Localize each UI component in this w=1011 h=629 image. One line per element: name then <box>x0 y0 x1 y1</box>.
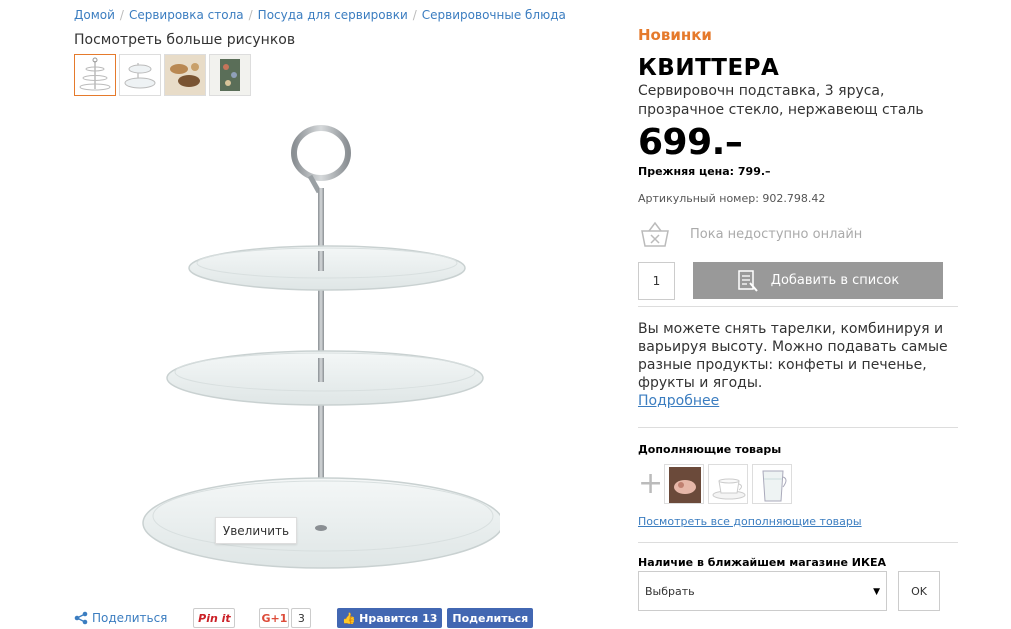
zoom-button[interactable]: Увеличить <box>215 517 297 544</box>
complementary-item-book[interactable] <box>664 464 704 504</box>
complementary-item-cup[interactable] <box>708 464 748 504</box>
facebook-like-label: Нравится 13 <box>359 611 438 625</box>
new-badge: Новинки <box>638 26 712 44</box>
share-bar: Поделиться Pin it G+1 3 👍 Нравится 13 По… <box>74 608 534 628</box>
divider <box>638 306 958 307</box>
article-number: Артикульный номер: 902.798.42 <box>638 192 826 205</box>
facebook-share-button[interactable]: Поделиться <box>447 608 534 628</box>
plus-icon: + <box>638 466 664 501</box>
view-all-complementary-link[interactable]: Посмотреть все дополняющие товары <box>638 515 862 528</box>
complementary-title: Дополняющие товары <box>638 443 782 456</box>
share-icon <box>74 611 88 625</box>
product-name: КВИТТЕРА <box>638 55 780 81</box>
pinterest-button[interactable]: Pin it <box>193 608 236 628</box>
store-availability-title: Наличие в ближайшем магазине ИКЕА <box>638 556 887 569</box>
thumbnail-2[interactable] <box>119 54 161 96</box>
breadcrumb: Домой / Сервировка стола / Посуда для сервир… <box>74 8 566 22</box>
breadcrumb-serving-plates[interactable]: Сервировочные блюда <box>422 8 566 22</box>
divider <box>638 427 958 428</box>
complementary-items: + <box>638 464 792 504</box>
quantity-input[interactable]: 1 <box>638 262 675 300</box>
basket-unavailable-icon <box>641 221 669 247</box>
ok-button[interactable]: OK <box>898 571 940 611</box>
thumbnail-strip <box>74 54 251 96</box>
product-description: Сервировочн подставка, 3 яруса, прозрачн… <box>638 83 924 118</box>
store-select[interactable]: Выбрать ▼ <box>638 571 887 611</box>
share-label: Поделиться <box>92 611 168 625</box>
availability-text: Пока недоступно онлайн <box>690 226 863 242</box>
thumbnail-1[interactable] <box>74 54 116 96</box>
complementary-item-jug[interactable] <box>752 464 792 504</box>
breadcrumb-home[interactable]: Домой <box>74 8 115 22</box>
shopping-list-icon <box>738 269 758 292</box>
add-to-list-label: Добавить в список <box>770 273 900 288</box>
share-link[interactable]: Поделиться <box>74 611 167 625</box>
product-price: 699.– <box>638 122 743 163</box>
thumbnail-3[interactable] <box>164 54 206 96</box>
product-main-image[interactable] <box>130 118 504 588</box>
breadcrumb-table-setting[interactable]: Сервировка стола <box>129 8 244 22</box>
more-details-link[interactable]: Подробнее <box>638 392 948 410</box>
breadcrumb-serveware[interactable]: Посуда для сервировки <box>258 8 408 22</box>
google-plus-button[interactable]: G+1 <box>259 608 290 628</box>
product-about: Вы можете снять тарелки, комбинируя и ва… <box>638 320 948 410</box>
about-text: Вы можете снять тарелки, комбинируя и ва… <box>638 321 948 391</box>
more-pictures-label: Посмотреть больше рисунков <box>74 32 296 48</box>
facebook-like-button[interactable]: 👍 Нравится 13 <box>337 608 443 628</box>
store-select-value: Выбрать <box>645 584 695 598</box>
divider <box>638 542 958 543</box>
chevron-down-icon: ▼ <box>873 587 880 597</box>
google-plus-count: 3 <box>291 608 312 628</box>
add-to-list-button[interactable]: Добавить в список <box>693 262 943 299</box>
thumbs-up-icon: 👍 <box>342 611 357 625</box>
old-price: Прежняя цена: 799.– <box>638 165 771 178</box>
thumbnail-4[interactable] <box>209 54 251 96</box>
online-availability: Пока недоступно онлайн <box>638 220 862 248</box>
